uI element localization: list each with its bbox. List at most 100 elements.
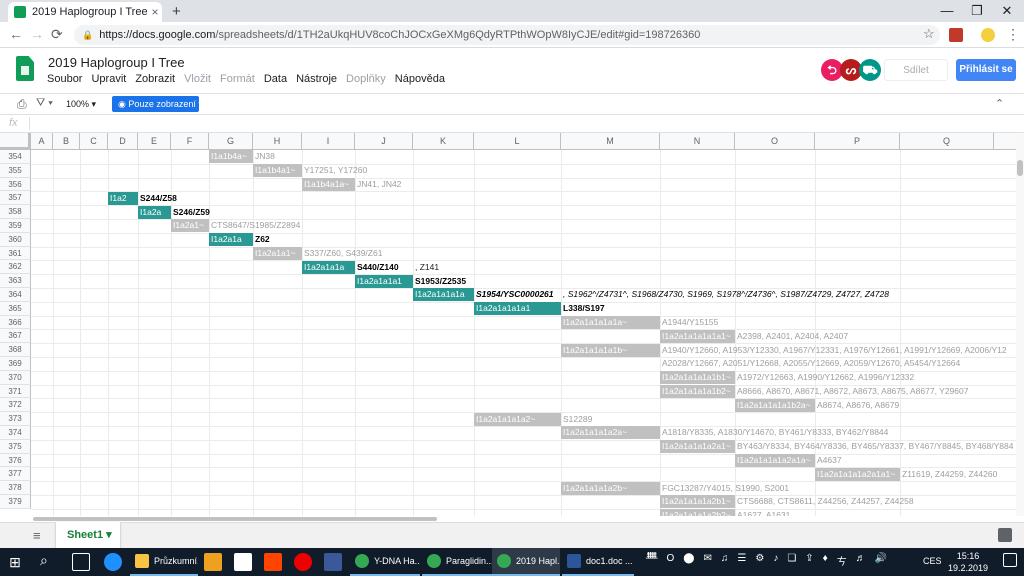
profile-icon[interactable] xyxy=(981,28,995,42)
menu-item-6[interactable]: Nástroje xyxy=(296,73,337,85)
subclade-cell[interactable]: I1a1b4a1~ xyxy=(253,164,302,178)
snp-cell[interactable]: A8666, A8670, A8671, A8672, A8673, A8675… xyxy=(735,385,968,398)
subclade-cell[interactable]: I1a2a1a1a1a2~ xyxy=(474,412,561,426)
subclade-cell[interactable]: I1a2a1a1a1a1b2a~ xyxy=(735,398,815,412)
subclade-cell[interactable]: I1a2a1a1a1a2b1~ xyxy=(660,495,735,509)
row-header[interactable]: 357 xyxy=(0,191,31,206)
subclade-cell[interactable]: I1a2a1a1a1a1b~ xyxy=(561,343,660,357)
view-only-button[interactable]: ◉ Pouze zobrazení ▾ xyxy=(112,96,203,112)
taskbar-app-explorer[interactable]: Průzkumní... xyxy=(130,548,198,576)
row-header[interactable]: 360 xyxy=(0,232,31,247)
row-header[interactable]: 373 xyxy=(0,412,31,426)
tray-icon[interactable]: ♦ xyxy=(823,553,828,568)
row-header[interactable]: 377 xyxy=(0,467,31,482)
start-button[interactable]: ⊞ xyxy=(0,548,30,576)
store-icon[interactable] xyxy=(234,553,252,571)
snp-cell[interactable]: A8674, A8676, A8679 xyxy=(815,399,899,412)
column-header-f[interactable]: F xyxy=(171,133,209,150)
notification-icon[interactable] xyxy=(1003,553,1017,567)
column-header-a[interactable]: A xyxy=(31,133,53,150)
subclade-cell[interactable]: I1a2a1a1~ xyxy=(253,247,302,260)
row-header[interactable]: 355 xyxy=(0,163,31,178)
snp-cell[interactable]: A1818/Y8335, A1830/Y14670, BY461/Y8333, … xyxy=(660,426,888,439)
column-header-l[interactable]: L xyxy=(474,133,561,150)
minimize-button[interactable]: — xyxy=(932,2,962,20)
column-header-c[interactable]: C xyxy=(80,133,108,150)
column-header-k[interactable]: K xyxy=(413,133,474,150)
formula-bar[interactable] xyxy=(0,115,1024,133)
bookmark-star-icon[interactable]: ☆ xyxy=(923,26,935,42)
browser-tab[interactable]: 2019 Haplogroup I Tree - Tabulky × xyxy=(8,2,162,22)
snp-cell[interactable]: BY463/Y8334, BY464/Y8336, BY465/Y8337, B… xyxy=(735,440,1013,453)
row-header[interactable]: 379 xyxy=(0,495,31,509)
forward-icon[interactable]: → xyxy=(30,26,44,42)
row-header[interactable]: 371 xyxy=(0,384,31,399)
subclade-cell[interactable]: I1a1b4a~ xyxy=(209,150,253,164)
zoom-select[interactable]: 100% ▾ xyxy=(66,99,96,110)
close-window-button[interactable]: ✕ xyxy=(992,2,1022,20)
tray-icon[interactable]: ⇪ xyxy=(805,553,813,568)
snp-cell[interactable]: S337/Z60, S439/Z61 xyxy=(302,247,382,260)
haplogroup-cell[interactable]: I1a2a1a1a1a1 xyxy=(474,302,561,316)
filter-icon[interactable]: ⛛ ▾ xyxy=(36,97,53,110)
snp-cell[interactable]: CTS8647/S1985/Z2894 xyxy=(209,219,300,232)
snp-cell[interactable]: Z62 xyxy=(253,233,270,246)
system-tray[interactable]: ᚙ O ⬤ ✉ ♫ ☰ ⚙ ♪ ❏ ⇪ ♦ ㄘ ♬ 🔊 xyxy=(646,553,896,568)
subclade-cell[interactable]: I1a2a1a1a1a2b~ xyxy=(561,481,660,495)
url-bar[interactable]: 🔒 https://docs.google.com /spreadsheets/… xyxy=(74,25,940,45)
column-header-q[interactable]: Q xyxy=(900,133,994,150)
tray-icon[interactable]: 🔊 xyxy=(875,553,887,568)
snp-cell[interactable]: S246/Z59 xyxy=(171,206,210,219)
column-header-h[interactable]: H xyxy=(253,133,302,150)
row-header[interactable]: 354 xyxy=(0,150,31,164)
haplogroup-cell[interactable]: I1a2a1a1a1a xyxy=(413,288,474,302)
taskbar-app-chrome-1[interactable]: Y-DNA Ha... xyxy=(350,548,420,576)
row-header[interactable]: 367 xyxy=(0,329,31,344)
snp-cell[interactable]: S1953/Z2535 xyxy=(413,275,466,288)
tray-icon[interactable]: ♫ xyxy=(721,553,729,568)
row-header[interactable]: 359 xyxy=(0,219,31,233)
column-header-p[interactable]: P xyxy=(815,133,900,150)
new-tab-button[interactable]: + xyxy=(172,3,181,20)
haplogroup-cell[interactable]: I1a2a1a1a xyxy=(302,260,355,274)
firefox-icon[interactable] xyxy=(264,553,282,571)
language-indicator[interactable]: CES xyxy=(923,556,942,566)
haplogroup-cell[interactable]: I1a2 xyxy=(108,191,138,205)
snp-cell[interactable]: S12289 xyxy=(561,413,592,426)
snp-cell[interactable]: A2398, A2401, A2404, A2407 xyxy=(735,330,848,343)
sheet-tab-sheet1[interactable]: Sheet1 ▾ xyxy=(56,522,120,548)
opera-icon[interactable] xyxy=(294,553,312,571)
sheet-tab-menu-icon[interactable]: ▾ xyxy=(106,529,112,541)
snp-cell[interactable]: A1944/Y15155 xyxy=(660,316,718,329)
subclade-cell[interactable]: I1a2a1a1a1a2a1a~ xyxy=(735,454,815,467)
menu-item-5[interactable]: Data xyxy=(264,73,287,85)
row-header[interactable]: 374 xyxy=(0,426,31,440)
subclade-cell[interactable]: I1a2a1a1a1a1a1~ xyxy=(660,329,735,343)
haplogroup-cell[interactable]: I1a2a xyxy=(138,205,171,219)
edge-icon[interactable] xyxy=(104,553,122,571)
menu-item-0[interactable]: Soubor xyxy=(47,73,82,85)
row-header[interactable]: 366 xyxy=(0,315,31,330)
row-header[interactable]: 376 xyxy=(0,453,31,468)
snp-cell[interactable]: JN38 xyxy=(253,150,275,163)
extension-icon[interactable] xyxy=(949,28,963,42)
row-header[interactable]: 369 xyxy=(0,357,31,371)
snp-cell[interactable]: Y17251, Y17260 xyxy=(302,164,367,177)
row-header[interactable]: 370 xyxy=(0,370,31,385)
taskbar-app-word[interactable]: doc1.doc ... xyxy=(562,548,634,576)
subclade-cell[interactable]: I1a2a1a1a1a1a~ xyxy=(561,316,660,329)
menu-item-1[interactable]: Upravit xyxy=(91,73,126,85)
close-tab-icon[interactable]: × xyxy=(148,5,162,19)
snp-cell[interactable]: S244/Z58 xyxy=(138,192,177,205)
collaborator-avatar-3[interactable]: ⛟ xyxy=(859,59,881,81)
column-header-m[interactable]: M xyxy=(561,133,660,150)
snp-cell[interactable]: L338/S197 xyxy=(561,302,605,315)
snp-cell[interactable]: , S1962^/Z4731^, S1968/Z4730, S1969, S19… xyxy=(561,288,889,301)
snp-cell[interactable]: Z11619, Z44259, Z44260 xyxy=(900,468,997,481)
subclade-cell[interactable]: I1a2a1a1a1a2a1~ xyxy=(660,440,735,454)
tray-icon[interactable]: ☰ xyxy=(737,553,746,568)
browser-menu-icon[interactable]: ⋮ xyxy=(1006,26,1020,43)
column-header-o[interactable]: O xyxy=(735,133,815,150)
snp-cell[interactable]: S440/Z140 xyxy=(355,261,399,274)
collapse-menu-icon[interactable]: ⌃ xyxy=(995,97,1004,110)
